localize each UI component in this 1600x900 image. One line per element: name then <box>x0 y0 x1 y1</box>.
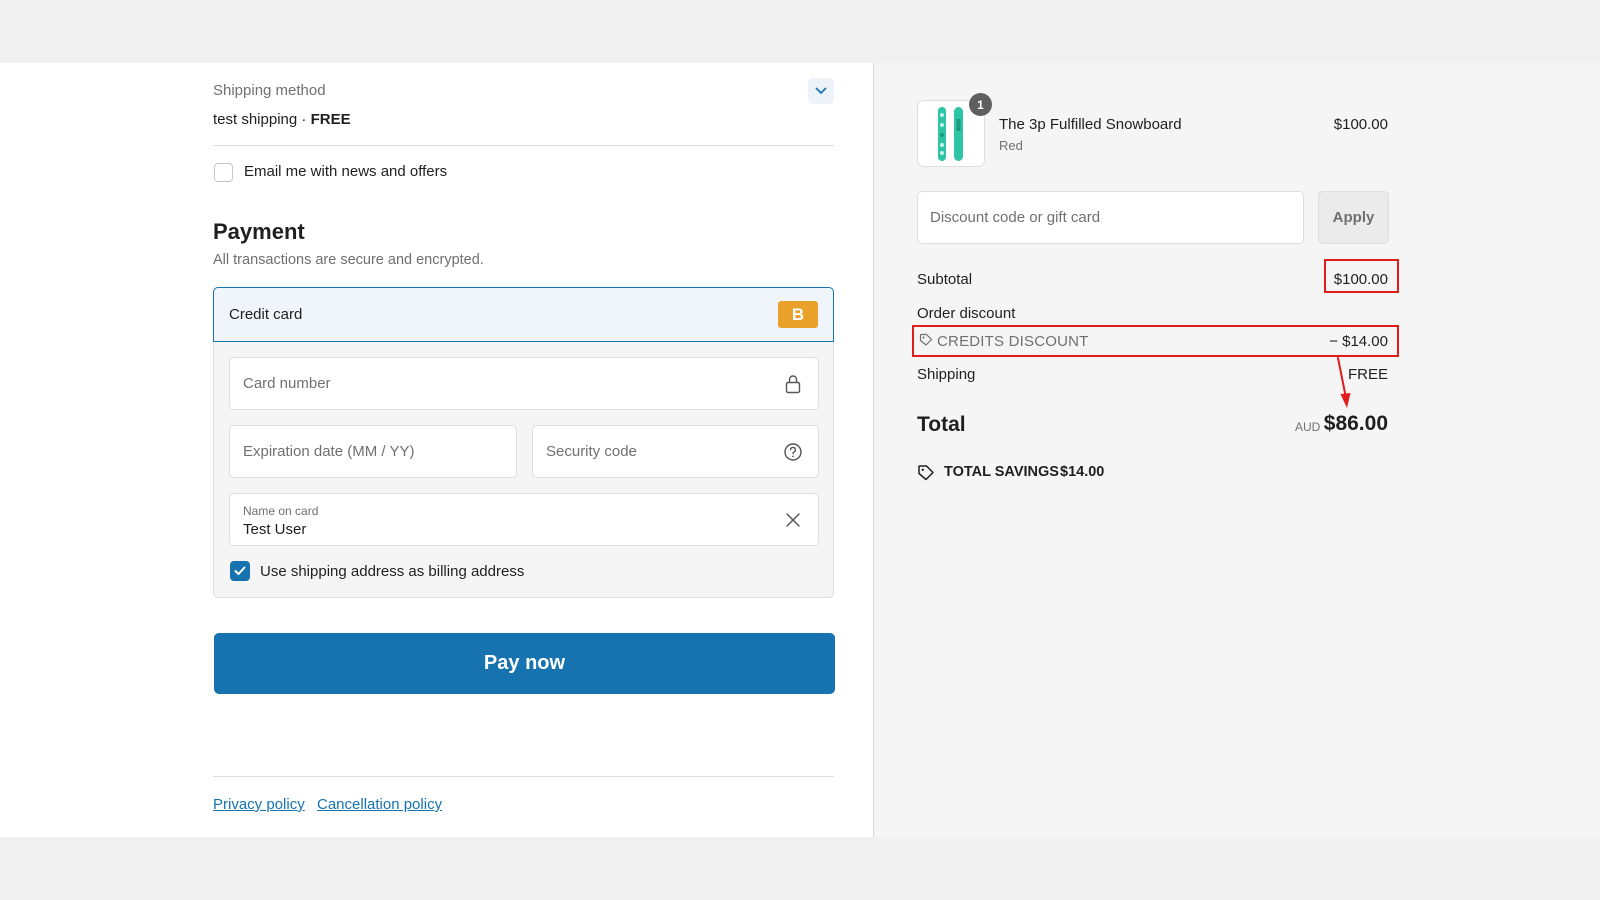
total-savings-label: TOTAL SAVINGS <box>944 464 1059 480</box>
total-savings-value: $14.00 <box>1060 464 1105 480</box>
payment-title: Payment <box>213 219 305 244</box>
shipping-separator: · <box>301 111 307 128</box>
security-code-placeholder: Security code <box>546 443 637 460</box>
shipping-method-name: test shipping <box>213 111 298 128</box>
apply-discount-button[interactable]: Apply <box>1318 191 1389 244</box>
name-on-card-label: Name on card <box>243 504 319 518</box>
question-circle-icon[interactable] <box>783 442 803 462</box>
shipping-method-toggle[interactable] <box>808 78 834 104</box>
order-discount-label: Order discount <box>917 305 1016 322</box>
payment-method-credit-card[interactable]: Credit card B <box>213 287 834 342</box>
privacy-policy-link[interactable]: Privacy policy <box>213 796 305 813</box>
billing-address-label[interactable]: Use shipping address as billing address <box>260 563 524 580</box>
cancellation-policy-link[interactable]: Cancellation policy <box>317 796 442 813</box>
divider <box>213 145 834 146</box>
newsletter-label[interactable]: Email me with news and offers <box>244 163 447 180</box>
card-number-placeholder: Card number <box>243 375 331 392</box>
total-label: Total <box>917 413 966 436</box>
subtotal-label: Subtotal <box>917 271 973 288</box>
shipping-method-label: Shipping method <box>213 82 326 99</box>
order-summary-panel <box>875 63 1600 837</box>
total-value: $86.00 <box>1323 412 1388 435</box>
pay-now-button[interactable]: Pay now <box>214 633 835 694</box>
credit-card-label: Credit card <box>229 306 303 323</box>
shipping-method-price: FREE <box>310 111 351 128</box>
security-code-field[interactable]: Security code <box>532 425 819 478</box>
newsletter-checkbox[interactable] <box>214 163 233 182</box>
subtotal-highlight-box <box>1324 259 1399 293</box>
footer-divider <box>213 776 834 777</box>
quantity-badge: 1 <box>969 93 992 116</box>
card-number-field[interactable]: Card number <box>229 357 819 410</box>
annotation-arrow <box>1337 357 1351 408</box>
expiration-date-field[interactable]: Expiration date (MM / YY) <box>229 425 517 478</box>
top-band <box>0 0 1600 63</box>
billing-address-checkbox[interactable] <box>230 561 250 581</box>
product-name: The 3p Fulfilled Snowboard <box>999 116 1182 133</box>
discount-code-input[interactable]: Discount code or gift card <box>917 191 1304 244</box>
bottom-band <box>0 837 1600 900</box>
discount-code-placeholder: Discount code or gift card <box>930 209 1101 226</box>
lock-icon <box>783 374 803 394</box>
tag-icon <box>918 465 934 481</box>
product-price: $100.00 <box>1333 116 1388 133</box>
credits-discount-highlight-box <box>912 325 1399 357</box>
check-icon <box>234 566 246 575</box>
payment-subtitle: All transactions are secure and encrypte… <box>213 252 484 268</box>
close-icon[interactable] <box>783 510 803 530</box>
expiration-date-placeholder: Expiration date (MM / YY) <box>243 443 415 460</box>
shipping-label: Shipping <box>917 366 976 383</box>
name-on-card-field[interactable]: Name on card Test User <box>229 493 819 546</box>
name-on-card-value: Test User <box>243 521 307 538</box>
shipping-method-value: test shipping · FREE <box>213 111 351 128</box>
card-brand-badge: B <box>778 301 818 328</box>
product-variant: Red <box>999 138 1023 153</box>
total-currency: AUD <box>1295 420 1321 434</box>
chevron-down-icon <box>815 87 827 94</box>
